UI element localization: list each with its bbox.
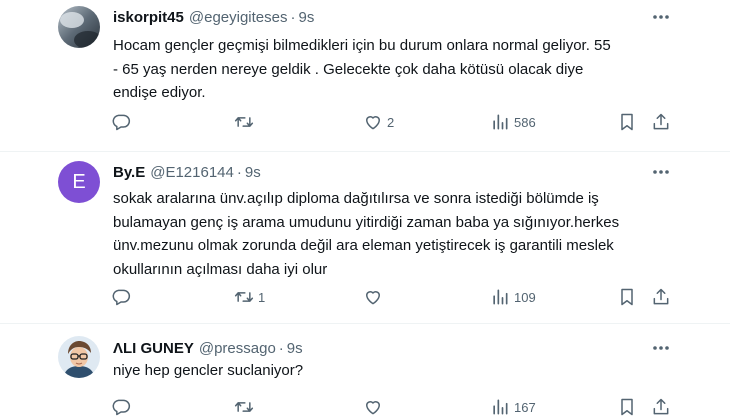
tweet-time[interactable]: 9s [287, 340, 303, 357]
bookmark-button[interactable] [617, 396, 637, 418]
tweet[interactable]: ΛLI GUNEY @pressago · 9s niye hep gencle… [0, 324, 730, 420]
more-icon[interactable] [648, 7, 674, 27]
views-button[interactable]: 167 [490, 396, 536, 418]
like-button[interactable] [363, 286, 387, 308]
bookmark-icon [617, 112, 637, 132]
tweet-actions: 2 586 [0, 111, 730, 133]
share-icon [651, 112, 671, 132]
retweet-icon [234, 397, 254, 417]
share-button[interactable] [651, 111, 671, 133]
retweet-icon [234, 287, 254, 307]
retweet-count: 1 [258, 289, 266, 305]
avatar[interactable]: E [58, 161, 100, 203]
share-icon [651, 397, 671, 417]
retweet-icon [234, 112, 254, 132]
tweet[interactable]: iskorpit45 @egeyigiteses · 9s Hocam genç… [0, 0, 730, 152]
reply-icon [111, 287, 131, 307]
bookmark-icon [617, 397, 637, 417]
avatar[interactable] [58, 6, 100, 48]
views-count: 586 [514, 114, 536, 130]
more-icon[interactable] [648, 338, 674, 358]
author-handle[interactable]: @pressago [199, 340, 276, 357]
bookmark-button[interactable] [617, 111, 637, 133]
separator-dot: · [290, 8, 296, 26]
author-name[interactable]: ΛLI GUNEY [113, 340, 194, 357]
retweet-button[interactable] [234, 396, 258, 418]
tweet-text: sokak aralarına ünv.açılıp diploma dağıt… [113, 190, 620, 278]
avatar-letter: E [72, 170, 86, 193]
tweet-time[interactable]: 9s [245, 164, 261, 181]
retweet-button[interactable] [234, 111, 258, 133]
reply-icon [111, 112, 131, 132]
retweet-button[interactable]: 1 [234, 286, 265, 308]
author-handle[interactable]: @E1216144 [150, 164, 234, 181]
reply-icon [111, 397, 131, 417]
tweet-time[interactable]: 9s [299, 9, 315, 26]
views-icon [490, 287, 510, 307]
views-count: 167 [514, 399, 536, 415]
like-button[interactable]: 2 [363, 111, 394, 133]
bookmark-icon [617, 287, 637, 307]
like-button[interactable] [363, 396, 387, 418]
more-icon[interactable] [648, 162, 674, 182]
bookmark-button[interactable] [617, 286, 637, 308]
author-name[interactable]: By.E [113, 164, 145, 181]
tweet-actions: 1 109 [0, 286, 730, 308]
separator-dot: · [236, 163, 242, 181]
separator-dot: · [278, 339, 284, 357]
views-button[interactable]: 109 [490, 286, 536, 308]
tweet[interactable]: E By.E @E1216144 · 9s sokak aralarına ün… [0, 152, 730, 324]
views-icon [490, 112, 510, 132]
like-icon [363, 112, 383, 132]
reply-button[interactable] [111, 286, 135, 308]
tweet-text: Hocam gençler geçmişi bilmedikleri için … [113, 37, 611, 101]
like-icon [363, 397, 383, 417]
reply-button[interactable] [111, 396, 135, 418]
views-count: 109 [514, 289, 536, 305]
author-name[interactable]: iskorpit45 [113, 9, 184, 26]
reply-button[interactable] [111, 111, 135, 133]
tweet-text: niye hep gencler suclaniyor? [113, 362, 304, 379]
like-icon [363, 287, 383, 307]
tweet-actions: 167 [0, 396, 730, 418]
avatar[interactable] [58, 336, 100, 378]
views-icon [490, 397, 510, 417]
share-button[interactable] [651, 396, 671, 418]
author-handle[interactable]: @egeyigiteses [189, 9, 288, 26]
views-button[interactable]: 586 [490, 111, 536, 133]
share-icon [651, 287, 671, 307]
like-count: 2 [387, 114, 395, 130]
share-button[interactable] [651, 286, 671, 308]
